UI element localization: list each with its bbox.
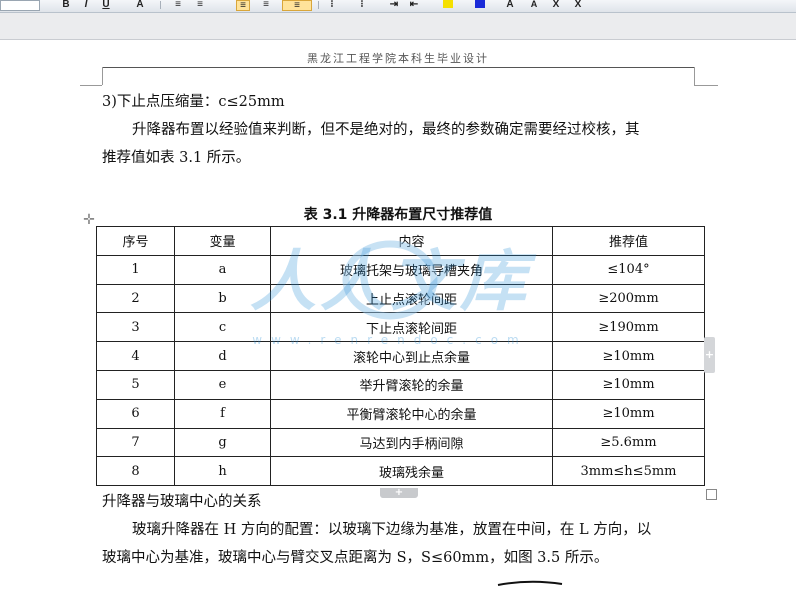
font-size-box[interactable] (0, 0, 40, 11)
table-row: 5 e 举升臂滚轮的余量 ≥10mm (96, 369, 705, 400)
table-cell: ≤104° (552, 254, 705, 285)
table-caption: 表 3.1 升降器布置尺寸推荐值 (303, 207, 493, 223)
table-row: 7 g 马达到内手柄间隙 ≥5.6mm (96, 427, 705, 458)
table-cell: 平衡臂滚轮中心的余量 (270, 398, 553, 429)
table-cell: c (174, 312, 271, 343)
table-cell: d (174, 341, 271, 371)
indent-icon[interactable]: ⇥ (388, 0, 400, 10)
font-color-icon[interactable] (474, 0, 486, 9)
table-cell: 8 (96, 456, 175, 487)
subheading: 升降器与玻璃中心的关系 (102, 494, 262, 510)
subscript-button[interactable]: X (572, 0, 584, 10)
toolbar-separator (318, 1, 319, 9)
justify-icon[interactable]: ≡ (236, 0, 250, 11)
recommended-values-table: 序号 变量 内容 推荐值 1 a 玻璃托架与玻璃导槽夹角 ≤104° 2 b 上… (96, 226, 705, 487)
toolbar-separator (160, 1, 161, 9)
superscript-button[interactable]: X (550, 0, 562, 10)
shrink-font-button[interactable]: A (528, 0, 540, 9)
table-header-row: 序号 变量 内容 推荐值 (96, 226, 705, 256)
table-cell: 2 (96, 283, 175, 314)
line-spacing-icon[interactable]: ≡ (282, 0, 312, 11)
italic-button[interactable]: I (80, 0, 92, 10)
table-cell: 5 (96, 369, 175, 400)
add-row-handle[interactable]: + (380, 488, 418, 498)
table-cell: 3mm≤h≤5mm (552, 456, 705, 487)
margin-corner-left (102, 67, 103, 85)
table-move-icon[interactable]: ✛ (82, 213, 96, 227)
grow-font-button[interactable]: A (504, 0, 516, 10)
align-center-icon[interactable]: ≡ (194, 0, 206, 10)
header-rule (102, 67, 694, 68)
page-header-text: 黑龙江工程学院本科生毕业设计 (307, 52, 489, 65)
table-cell: ≥10mm (552, 369, 705, 400)
table-cell: 1 (96, 254, 175, 285)
table-cell: 上止点滚轮间距 (270, 283, 553, 314)
table-resize-handle[interactable] (706, 489, 717, 500)
table-cell: h (174, 456, 271, 487)
table-cell: ≥200mm (552, 283, 705, 314)
underline-button[interactable]: U (100, 0, 112, 10)
table-row: 4 d 滚轮中心到止点余量 ≥10mm (96, 341, 705, 371)
table-cell: b (174, 283, 271, 314)
document-page: 黑龙江工程学院本科生毕业设计 3)下止点压缩量：c≤25mm 升降器布置以经验值… (0, 40, 796, 591)
table-cell: ≥10mm (552, 341, 705, 371)
table-cell: 下止点滚轮间距 (270, 312, 553, 343)
table-cell: ≥5.6mm (552, 427, 705, 458)
numbering-icon[interactable]: ⁝ (326, 0, 338, 10)
table-cell: 4 (96, 341, 175, 371)
header-cell: 变量 (174, 226, 271, 256)
table-cell: ≥190mm (552, 312, 705, 343)
header-cell: 推荐值 (552, 226, 705, 256)
table-cell: 马达到内手柄间隙 (270, 427, 553, 458)
table-cell: g (174, 427, 271, 458)
table-row: 1 a 玻璃托架与玻璃导槽夹角 ≤104° (96, 254, 705, 285)
font-color-button[interactable]: A (134, 0, 146, 10)
table-cell: 7 (96, 427, 175, 458)
table-cell: 举升臂滚轮的余量 (270, 369, 553, 400)
header-cell: 内容 (270, 226, 553, 256)
bold-button[interactable]: B (60, 0, 72, 10)
paragraph-1-line-2: 推荐值如表 3.1 所示。 (102, 150, 251, 166)
margin-corner-left (80, 85, 102, 86)
table-row: 3 c 下止点滚轮间距 ≥190mm (96, 312, 705, 343)
header-cell: 序号 (96, 226, 175, 256)
bullets-icon[interactable]: ⁝ (356, 0, 368, 10)
add-column-handle[interactable]: + (704, 337, 715, 373)
table-cell: ≥10mm (552, 398, 705, 429)
list-item-3: 3)下止点压缩量：c≤25mm (102, 94, 285, 110)
table-cell: 滚轮中心到止点余量 (270, 341, 553, 371)
table-cell: e (174, 369, 271, 400)
margin-corner-right (694, 67, 695, 85)
table-cell: a (174, 254, 271, 285)
align-right-icon[interactable]: ≡ (260, 0, 272, 10)
paragraph-2-line-2: 玻璃中心为基准，玻璃中心与臂交叉点距离为 S，S≤60mm，如图 3.5 所示。 (102, 550, 609, 566)
table-row: 2 b 上止点滚轮间距 ≥200mm (96, 283, 705, 314)
table-row: 8 h 玻璃残余量 3mm≤h≤5mm (96, 456, 705, 487)
margin-corner-right (694, 85, 718, 86)
paragraph-1-line-1: 升降器布置以经验值来判断，但不是绝对的，最终的参数确定需要经过校核，其 (132, 122, 640, 138)
table-cell: 玻璃托架与玻璃导槽夹角 (270, 254, 553, 285)
highlight-icon[interactable] (442, 0, 454, 9)
table-cell: 3 (96, 312, 175, 343)
table-row: 6 f 平衡臂滚轮中心的余量 ≥10mm (96, 398, 705, 429)
align-left-icon[interactable]: ≡ (172, 0, 184, 10)
figure-top-edge (497, 580, 563, 586)
formatting-toolbar: B I U A ≡ ≡ ≡ ≡ ≡ ⁝ ⁝ ⇥ ⇤ A A X X (0, 0, 796, 13)
table-cell: f (174, 398, 271, 429)
page-gap (0, 13, 796, 40)
table-cell: 6 (96, 398, 175, 429)
table-cell: 玻璃残余量 (270, 456, 553, 487)
paragraph-2-line-1: 玻璃升降器在 H 方向的配置：以玻璃下边缘为基准，放置在中间，在 L 方向，以 (132, 522, 652, 538)
outdent-icon[interactable]: ⇤ (408, 0, 420, 10)
